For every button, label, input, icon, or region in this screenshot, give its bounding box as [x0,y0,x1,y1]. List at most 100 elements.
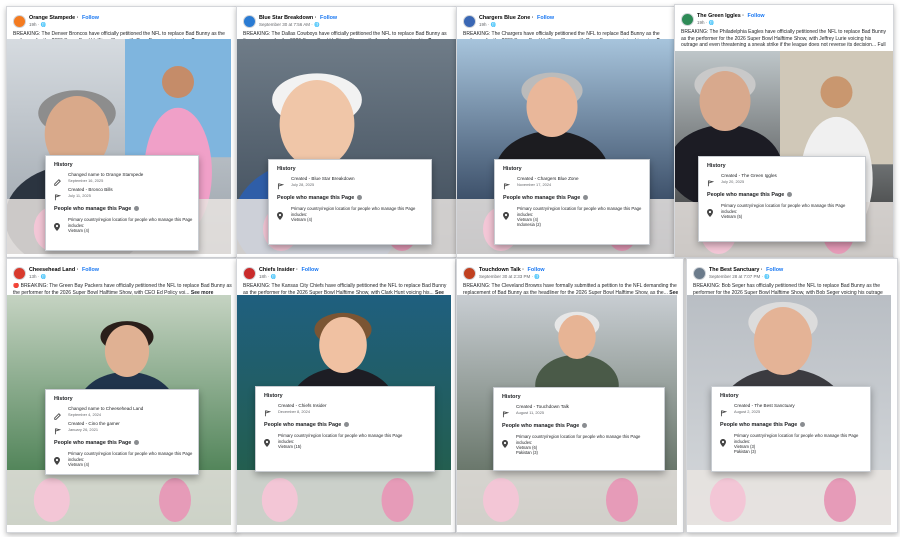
history-entry: Created - The Green Iggles July 20, 2025 [707,173,861,187]
page-name-text[interactable]: Chargers Blue Zone [479,15,530,21]
separator-dot: · [75,267,80,273]
separator-dot: · [759,267,765,273]
history-entry-text: Created - Chiefs Insider [278,403,327,408]
page-name-text[interactable]: The Best Sanctuary [709,267,759,273]
follow-button[interactable]: Follow [301,267,318,273]
page-avatar[interactable] [243,267,256,280]
people-manage-heading: People who manage this Page [502,423,588,429]
history-entry: Changed name to Orange Stampede September… [54,172,194,186]
person-face [526,77,578,137]
post-header: Orange Stampede · Follow 19h · 🌐 [13,15,233,29]
page-avatar[interactable] [13,267,26,280]
separator-dot: · [520,267,526,273]
page-name[interactable]: The Green Iggles · Follow [697,13,765,19]
page-name-text[interactable]: The Green Iggles [697,13,741,19]
flag-icon [503,177,511,190]
page-avatar[interactable] [681,13,694,26]
info-icon[interactable] [344,422,350,428]
person-face [319,317,367,373]
follow-button[interactable]: Follow [528,267,545,273]
post-body: BREAKING: The Philadelphia Eagles have o… [681,29,887,49]
page-avatar[interactable] [463,267,476,280]
history-entry-date: July 20, 2025 [721,179,745,184]
info-icon[interactable] [357,195,363,201]
pencil-icon [54,407,61,420]
flag-icon [502,405,510,418]
page-name[interactable]: The Best Sanctuary · Follow [709,267,783,273]
people-manage-heading-text: People who manage this Page [54,440,132,446]
page-avatar[interactable] [13,15,26,28]
history-entry-text: Created - The Best Sanctuary [734,403,795,408]
page-avatar[interactable] [243,15,256,28]
flag-icon [54,188,62,201]
follow-button[interactable]: Follow [766,267,783,273]
page-name[interactable]: Orange Stampede · Follow [29,15,99,21]
history-entry-date: August 11, 2025 [516,410,545,415]
history-entry-text: Created - Bronco Bills [68,187,113,192]
see-more-link[interactable]: See more [801,49,824,50]
post-card: Touchdown Talk · Follow September 30 at 2… [456,258,684,533]
follow-button[interactable]: Follow [537,15,554,21]
page-avatar[interactable] [693,267,706,280]
page-name[interactable]: Chiefs Insider · Follow [259,267,319,273]
history-entry-date: September 4, 2024 [68,412,102,417]
info-icon[interactable] [134,206,140,212]
page-name-text[interactable]: Touchdown Talk [479,267,521,273]
people-manage-heading: People who manage this Page [54,440,140,446]
follow-button[interactable]: Follow [748,13,765,19]
location-list: includes: Vietnam (4) Indonesia (2) [517,212,541,228]
page-name[interactable]: Touchdown Talk · Follow [479,267,545,273]
post-header: Chargers Blue Zone · Follow 19h · 🌐 [463,15,673,29]
lower-image-figure [33,478,70,522]
page-name-text[interactable]: Cheesehead Land [29,267,75,273]
page-transparency-panel: History Created - The Best Sanctuary Augus… [711,386,871,472]
flag-icon [54,422,62,435]
info-icon[interactable] [787,192,793,198]
second-person-face [162,66,194,98]
post-body: BREAKING: The Cleveland Browns have form… [463,283,677,296]
page-name[interactable]: Blue Star Breakdown · Follow [259,15,337,21]
follow-button[interactable]: Follow [320,15,337,21]
post-card: Chiefs Insider · Follow 18h · 🌐 BREAKING: … [236,258,456,533]
location-entry: Vietnam (5) [721,213,743,219]
history-entry-date: July 11, 2025 [68,193,91,198]
history-entry: Created - Cino the gamer January 26, 2021 [54,421,194,435]
location-entry: Vietnam (4) [68,227,90,233]
info-icon[interactable] [134,440,140,446]
follow-button[interactable]: Follow [82,267,99,273]
page-name-text[interactable]: Orange Stampede [29,15,75,21]
flag-icon [264,404,272,417]
people-manage-heading: People who manage this Page [720,422,806,428]
page-avatar[interactable] [463,15,476,28]
people-manage-heading-text: People who manage this Page [502,423,580,429]
history-heading: History [54,162,73,168]
separator-dot: · [75,15,80,21]
info-icon[interactable] [583,195,589,201]
info-icon[interactable] [800,422,806,428]
history-entry-date: July 28, 2025 [291,182,315,187]
page-name-text[interactable]: Chiefs Insider [259,267,295,273]
history-entry-text: Created - Cino the gamer [68,421,120,426]
person-face [279,80,355,168]
page-name[interactable]: Chargers Blue Zone · Follow [479,15,554,21]
post-timestamp: September 30 at 7:56 AM · 🌐 [259,22,320,27]
page-transparency-panel: History Created - Blue Star Breakdown July… [268,159,432,245]
page-name[interactable]: Cheesehead Land · Follow [29,267,99,273]
location-pin-icon [503,207,509,220]
people-manage-heading: People who manage this Page [707,192,793,198]
person-face [558,315,596,359]
location-entry: Indonesia (2) [517,221,541,227]
page-transparency-panel: History Created - The Green Iggles July 20… [698,156,866,242]
location-list: includes: Vietnam (15) [278,439,301,449]
history-heading: History [502,394,521,400]
location-entry: Vietnam (4) [291,216,313,222]
location-pin-icon [277,207,283,220]
lower-image-figure [606,478,638,522]
post-header: Touchdown Talk · Follow September 30 at 2… [463,267,679,281]
page-name-text[interactable]: Blue Star Breakdown [259,15,313,21]
second-person-face [820,76,853,109]
pencil-icon [54,173,61,186]
follow-button[interactable]: Follow [82,15,99,21]
info-icon[interactable] [582,423,588,429]
history-heading: History [264,393,283,399]
